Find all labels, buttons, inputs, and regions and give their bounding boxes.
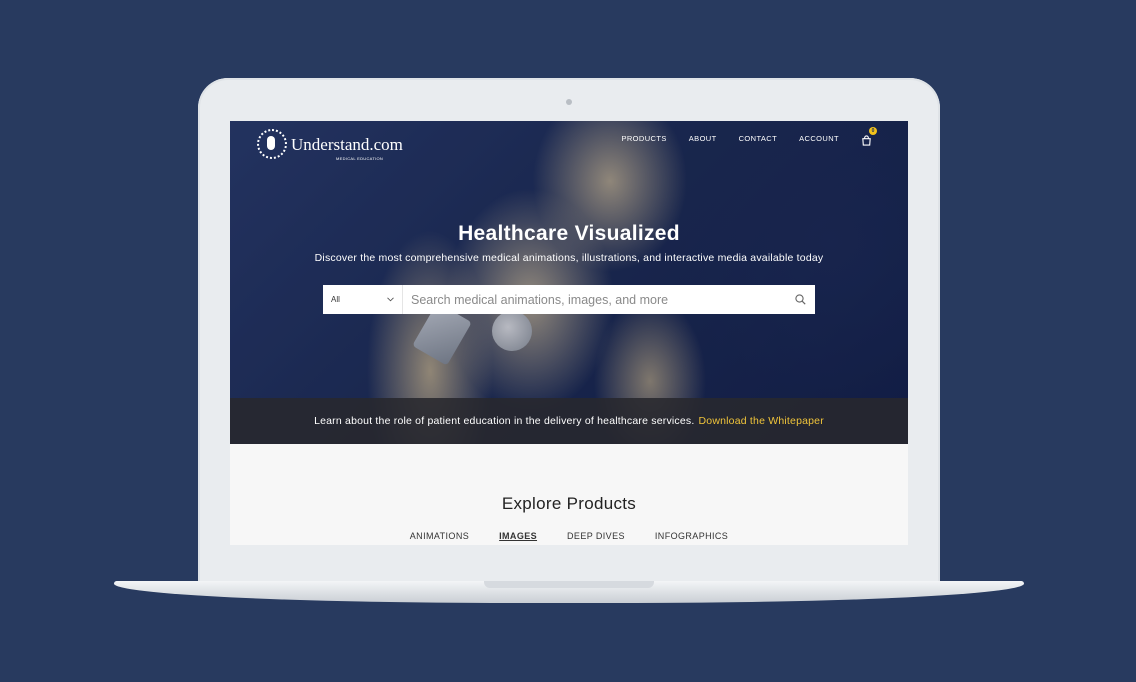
main-nav: PRODUCTS ABOUT CONTACT ACCOUNT 0 xyxy=(621,127,877,146)
logo-text: Understand.com xyxy=(291,134,403,154)
hero-subtitle: Discover the most comprehensive medical … xyxy=(314,252,824,264)
nav-contact[interactable]: CONTACT xyxy=(739,134,778,143)
nav-account[interactable]: ACCOUNT xyxy=(799,134,839,143)
cart-count-badge: 0 xyxy=(869,127,877,135)
search-bar: All xyxy=(323,285,815,314)
whitepaper-banner: Learn about the role of patient educatio… xyxy=(230,398,908,444)
search-input[interactable] xyxy=(403,292,785,307)
download-whitepaper-link[interactable]: Download the Whitepaper xyxy=(699,415,824,427)
cart-button[interactable]: 0 xyxy=(861,127,877,146)
hero-title: Healthcare Visualized xyxy=(458,222,680,245)
tab-deep-dives[interactable]: DEEP DIVES xyxy=(567,531,625,541)
tab-images[interactable]: IMAGES xyxy=(499,531,537,541)
tab-animations[interactable]: ANIMATIONS xyxy=(410,531,469,541)
search-icon xyxy=(794,294,806,305)
search-button[interactable] xyxy=(785,285,815,314)
site-logo[interactable]: Understand.com MEDICAL EDUCATION xyxy=(257,127,403,161)
shopping-bag-icon xyxy=(862,135,871,146)
logo-icon xyxy=(257,129,287,159)
product-tabs: ANIMATIONS IMAGES DEEP DIVES INFOGRAPHIC… xyxy=(230,531,908,541)
nav-products[interactable]: PRODUCTS xyxy=(621,134,666,143)
browser-screen: Understand.com MEDICAL EDUCATION PRODUCT… xyxy=(230,121,908,545)
tab-infographics[interactable]: INFOGRAPHICS xyxy=(655,531,728,541)
category-select[interactable]: All xyxy=(323,285,403,314)
banner-text: Learn about the role of patient educatio… xyxy=(314,415,695,427)
webcam-icon xyxy=(566,99,572,105)
laptop-notch xyxy=(484,581,654,588)
hero-section: Understand.com MEDICAL EDUCATION PRODUCT… xyxy=(230,121,908,444)
logo-subtitle: MEDICAL EDUCATION xyxy=(336,156,384,161)
nav-about[interactable]: ABOUT xyxy=(689,134,717,143)
category-select-value: All xyxy=(331,295,340,304)
hero-overlay xyxy=(230,121,908,444)
chevron-down-icon xyxy=(387,297,394,302)
explore-products-heading: Explore Products xyxy=(501,494,637,513)
